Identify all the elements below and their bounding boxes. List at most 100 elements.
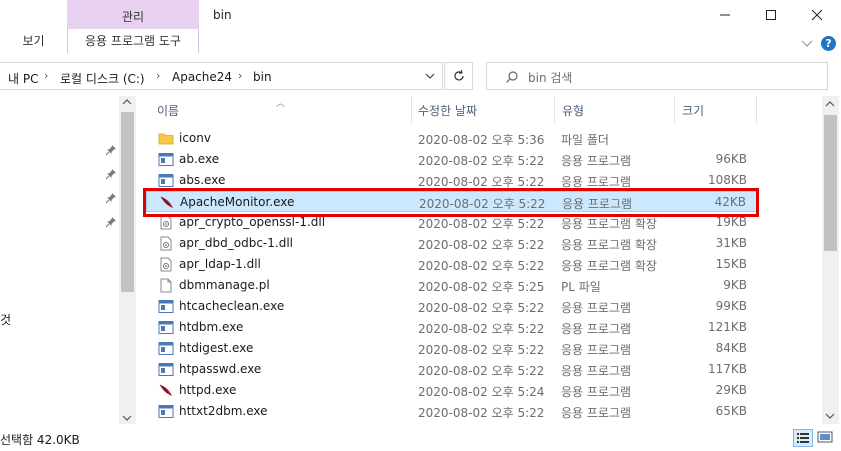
breadcrumb-separator-icon[interactable]: › xyxy=(238,69,242,82)
file-row[interactable]: htdbm.exe 2020-08-02 오후 5:22 응용 프로그램 121KB xyxy=(146,317,757,338)
file-date: 2020-08-02 오후 5:24 xyxy=(418,385,545,399)
ribbon: 관리 보기 응용 프로그램 도구 bin ? xyxy=(0,0,841,55)
context-group-label[interactable]: 관리 xyxy=(67,8,199,25)
minimize-icon xyxy=(720,14,730,16)
file-row[interactable]: apr_ldap-1.dll 2020-08-02 오후 5:22 응용 프로그램 … xyxy=(146,254,757,275)
pin-icon xyxy=(105,145,116,156)
column-header-name[interactable]: 이름 xyxy=(157,102,179,119)
file-size: 117KB xyxy=(707,362,747,376)
window-title: bin xyxy=(213,8,232,22)
column-header-date[interactable]: 수정한 날짜 xyxy=(418,102,477,119)
file-type: 응용 프로그램 xyxy=(561,154,632,168)
close-button[interactable] xyxy=(794,0,840,30)
column-header-size[interactable]: 크기 xyxy=(682,102,704,119)
file-date: 2020-08-02 오후 5:22 xyxy=(418,154,545,168)
dll-icon xyxy=(158,236,174,251)
exe-icon xyxy=(158,341,174,356)
dll-icon xyxy=(158,257,174,272)
file-row[interactable]: htcacheclean.exe 2020-08-02 오후 5:22 응용 프로그… xyxy=(146,296,757,317)
breadcrumb-bin[interactable]: bin xyxy=(253,70,272,84)
address-bar[interactable]: 내 PC › 로컬 디스크 (C:) › Apache24 › bin xyxy=(0,62,443,90)
file-size: 29KB xyxy=(715,383,747,397)
ribbon-expand-button[interactable] xyxy=(800,36,814,50)
breadcrumb-this-pc[interactable]: 내 PC xyxy=(8,70,38,87)
refresh-icon xyxy=(453,70,464,81)
refresh-button[interactable] xyxy=(444,62,473,90)
file-date: 2020-08-02 오후 5:36 xyxy=(418,133,545,147)
nav-scrollbar-thumb[interactable] xyxy=(121,112,134,292)
scroll-down-icon xyxy=(122,415,132,421)
file-name: abs.exe xyxy=(179,173,226,187)
file-date: 2020-08-02 오후 5:22 xyxy=(418,322,545,336)
file-date: 2020-08-02 오후 5:22 xyxy=(418,238,545,252)
file-name: httxt2dbm.exe xyxy=(179,404,268,418)
minimize-button[interactable] xyxy=(702,0,748,30)
details-view-button[interactable] xyxy=(793,429,813,447)
file-type: 응용 프로그램 xyxy=(561,343,632,357)
search-placeholder[interactable]: bin 검색 xyxy=(528,69,572,86)
file-size: 9KB xyxy=(723,278,747,292)
breadcrumb-apache24[interactable]: Apache24 xyxy=(172,70,232,84)
maximize-button[interactable] xyxy=(748,0,794,30)
file-type: 응용 프로그램 xyxy=(561,322,632,336)
help-icon[interactable]: ? xyxy=(821,36,836,51)
nav-item-truncated[interactable]: 것 xyxy=(0,311,11,328)
file-name: dbmmanage.pl xyxy=(179,278,270,292)
breadcrumb-local-disk[interactable]: 로컬 디스크 (C:) xyxy=(60,70,145,87)
chevron-down-icon xyxy=(801,40,813,47)
file-name: iconv xyxy=(179,131,211,145)
pin-icon xyxy=(105,169,116,180)
file-date: 2020-08-02 오후 5:22 xyxy=(418,406,545,420)
pin-icon xyxy=(105,217,116,228)
file-row[interactable]: httxt2dbm.exe 2020-08-02 오후 5:22 응용 프로그램 65… xyxy=(146,401,757,422)
scroll-up-icon xyxy=(825,101,835,107)
file-row[interactable]: httpd.exe 2020-08-02 오후 5:24 응용 프로그램 29KB xyxy=(146,380,757,401)
file-size: 108KB xyxy=(707,173,747,187)
breadcrumb-separator-icon[interactable]: › xyxy=(156,69,160,82)
file-name: htdigest.exe xyxy=(179,341,254,355)
exe-icon xyxy=(158,173,174,188)
file-row[interactable]: dbmmanage.pl 2020-08-02 오후 5:25 PL 파일 9KB xyxy=(146,275,757,296)
file-row[interactable]: apr_dbd_odbc-1.dll 2020-08-02 오후 5:22 응용 프… xyxy=(146,233,757,254)
search-icon xyxy=(506,71,518,83)
breadcrumb-separator-icon[interactable]: › xyxy=(44,69,48,82)
file-type: 응용 프로그램 확장 xyxy=(561,217,657,231)
pin-icon xyxy=(105,193,116,204)
file-row[interactable]: ab.exe 2020-08-02 오후 5:22 응용 프로그램 96KB xyxy=(146,149,757,170)
feather-icon xyxy=(158,383,174,398)
file-row[interactable]: htpasswd.exe 2020-08-02 오후 5:22 응용 프로그램 117… xyxy=(146,359,757,380)
file-name: htpasswd.exe xyxy=(179,362,262,376)
search-box[interactable]: bin 검색 xyxy=(486,62,828,90)
file-date: 2020-08-02 오후 5:22 xyxy=(418,301,545,315)
column-divider[interactable] xyxy=(756,96,757,124)
status-text: 선택함 42.0KB xyxy=(0,433,80,447)
file-row[interactable]: htdigest.exe 2020-08-02 오후 5:22 응용 프로그램 84K… xyxy=(146,338,757,359)
exe-icon xyxy=(158,152,174,167)
tab-view[interactable]: 보기 xyxy=(0,29,67,53)
large-icons-view-icon xyxy=(817,431,833,443)
file-size: 31KB xyxy=(715,236,747,250)
file-size: 96KB xyxy=(715,152,747,166)
large-icons-view-button[interactable] xyxy=(816,429,836,447)
column-divider[interactable] xyxy=(674,96,675,124)
file-date: 2020-08-02 오후 5:22 xyxy=(418,217,545,231)
file-list[interactable]: iconv 2020-08-02 오후 5:36 파일 폴더 ab.exe 2020-0… xyxy=(146,128,822,425)
file-row[interactable]: iconv 2020-08-02 오후 5:36 파일 폴더 xyxy=(146,128,757,149)
column-header-type[interactable]: 유형 xyxy=(562,102,584,119)
column-divider[interactable] xyxy=(411,96,412,124)
file-date: 2020-08-02 오후 5:22 xyxy=(418,259,545,273)
sort-ascending-icon: ︿ xyxy=(276,99,286,109)
exe-icon xyxy=(158,404,174,419)
tab-app-tools[interactable]: 응용 프로그램 도구 xyxy=(67,29,199,53)
column-divider[interactable] xyxy=(554,96,555,124)
address-dropdown-button[interactable] xyxy=(418,63,442,89)
file-name: apr_ldap-1.dll xyxy=(179,257,261,271)
file-name: htdbm.exe xyxy=(179,320,244,334)
file-size: 19KB xyxy=(715,215,747,229)
file-size: 84KB xyxy=(715,341,747,355)
folder-icon xyxy=(158,131,174,146)
file-list-scrollbar-thumb[interactable] xyxy=(824,115,837,251)
scroll-down-icon xyxy=(825,413,835,419)
file-name: apr_dbd_odbc-1.dll xyxy=(179,236,293,250)
close-icon xyxy=(811,9,823,21)
